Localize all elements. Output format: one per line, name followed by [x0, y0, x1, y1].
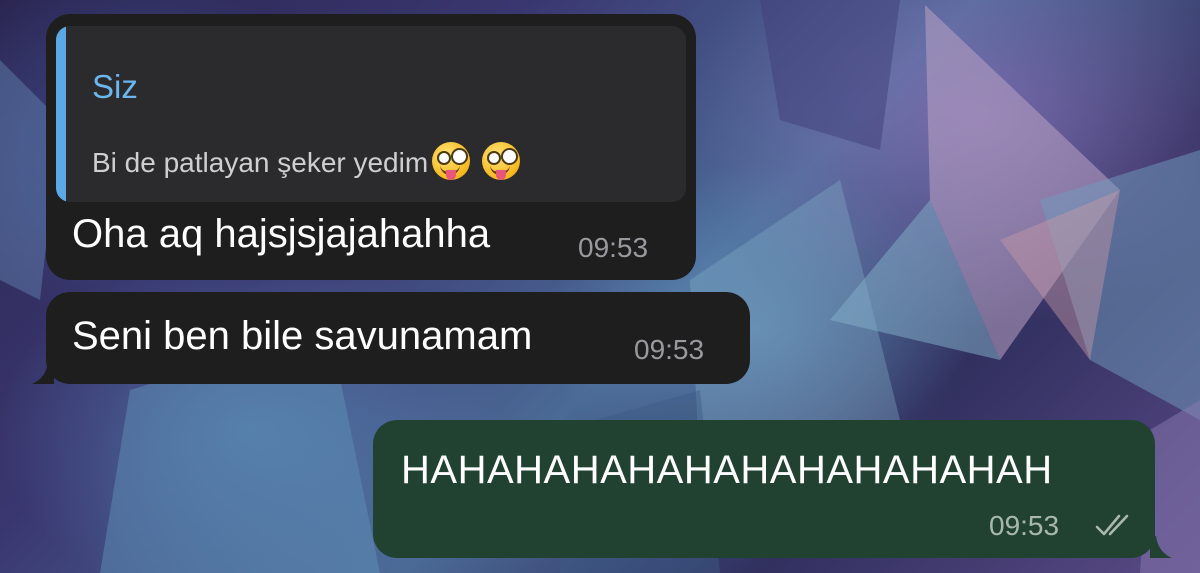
reply-text: Bi de patlayan şeker yedim: [92, 147, 429, 178]
message-timestamp: 09:53: [634, 334, 705, 365]
message-text: Oha aq hajsjsjajahahha: [72, 212, 491, 256]
incoming-bubble-tail: [32, 362, 54, 384]
reply-quote[interactable]: Siz Bi de patlayan şeker yedim: [56, 26, 686, 202]
zany-face-emoji-icon: [432, 142, 471, 180]
message-text: Seni ben bile savunamam: [72, 314, 533, 358]
zany-face-emoji-icon: [481, 142, 520, 180]
message-timestamp: 09:53: [578, 232, 649, 263]
incoming-message-bubble[interactable]: Seni ben bile savunamam 09:53: [46, 292, 750, 384]
double-check-read-icon: [1095, 514, 1129, 536]
incoming-message-bubble[interactable]: Siz Bi de patlayan şeker yedim Oha aq ha…: [46, 14, 696, 280]
reply-accent-bar: [56, 26, 66, 202]
reply-sender-name: Siz: [92, 68, 138, 105]
message-timestamp: 09:53: [989, 510, 1060, 541]
message-text: HAHAHAHAHAHAHAHAHAHAHAH: [401, 448, 1053, 492]
reply-text-line: Bi de patlayan şeker yedim: [92, 142, 520, 180]
outgoing-message-bubble[interactable]: HAHAHAHAHAHAHAHAHAHAHAH 09:53: [373, 420, 1155, 558]
outgoing-bubble-tail: [1150, 536, 1172, 558]
